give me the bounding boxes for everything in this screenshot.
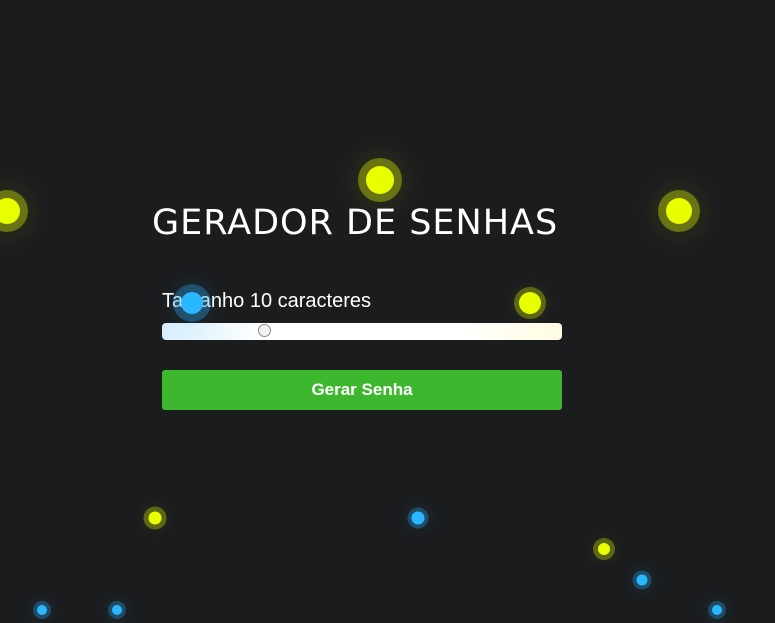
- particle-yellow: [666, 198, 692, 224]
- page-background: GERADOR DE SENHAS Tamanho 10 caracteres …: [0, 0, 775, 623]
- generate-password-button[interactable]: Gerar Senha: [162, 370, 562, 410]
- particle-blue: [112, 605, 122, 615]
- particle-blue: [712, 605, 722, 615]
- particle-blue: [636, 574, 648, 586]
- particle-blue: [181, 292, 203, 314]
- particle-blue: [37, 605, 47, 615]
- page-title: GERADOR DE SENHAS: [152, 203, 559, 243]
- particle-yellow: [0, 198, 20, 224]
- particle-blue: [411, 511, 425, 525]
- particle-yellow: [148, 511, 162, 525]
- particle-yellow: [519, 292, 541, 314]
- length-slider-thumb[interactable]: [258, 324, 271, 337]
- length-slider[interactable]: [162, 323, 562, 340]
- particle-yellow: [366, 166, 394, 194]
- particle-yellow: [598, 543, 610, 555]
